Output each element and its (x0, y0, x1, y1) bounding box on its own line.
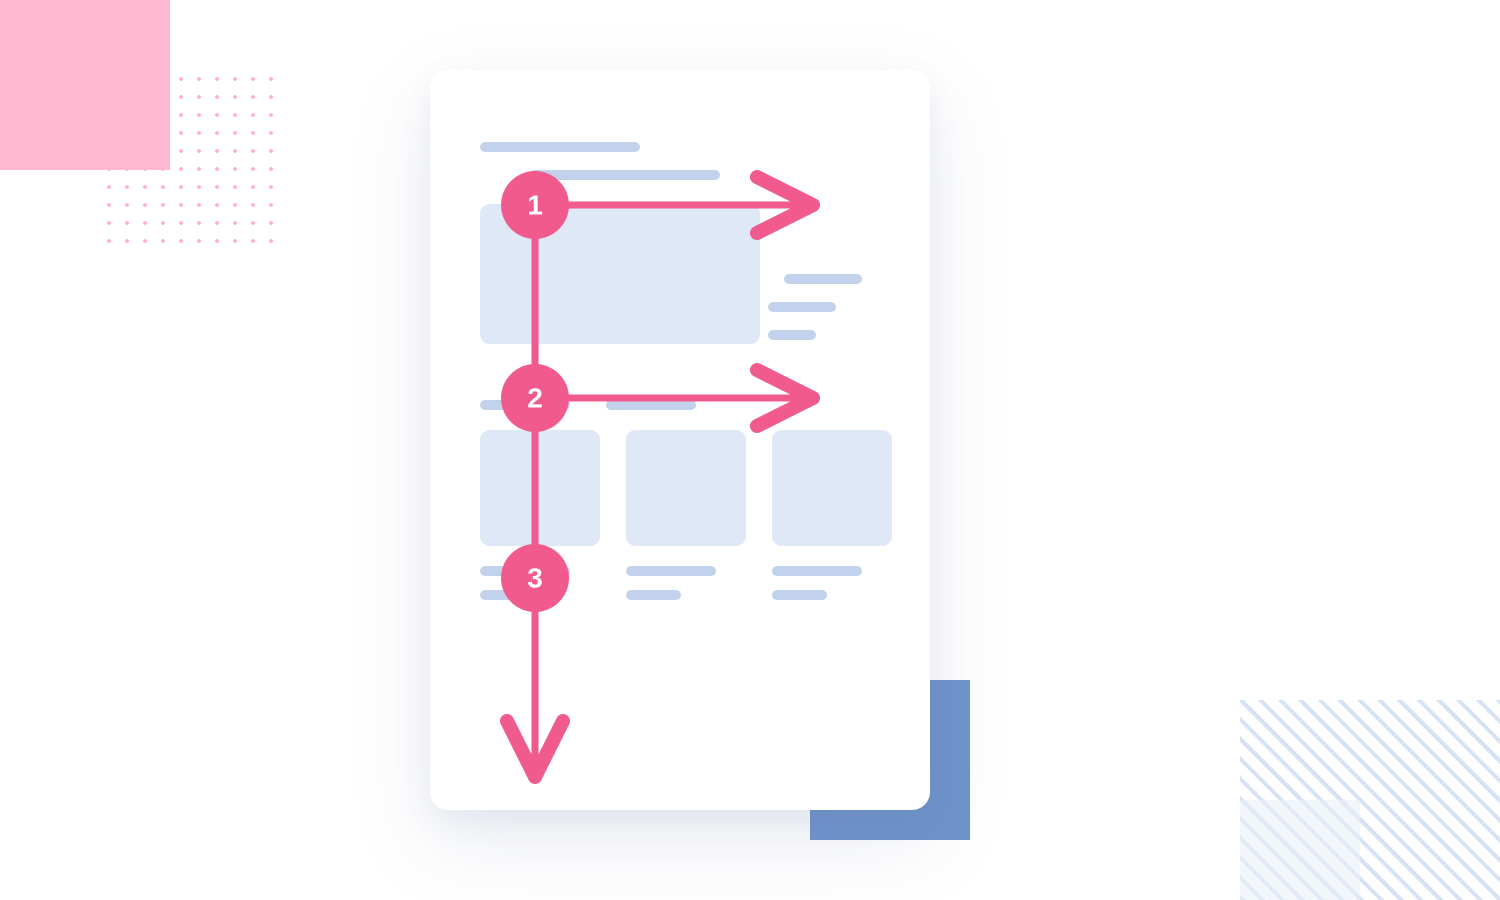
wireframe-thumbnail (626, 430, 746, 546)
wireframe-subtitle-line (530, 170, 720, 180)
wireframe-hero-image (480, 204, 760, 344)
wireframe-text-line (772, 566, 862, 576)
wireframe-text-line (784, 274, 862, 284)
step-marker-2-icon (501, 364, 569, 432)
wireframe-gallery-item (626, 430, 746, 614)
wireframe-gallery-item (480, 430, 600, 614)
wireframe-thumbnail (480, 430, 600, 546)
wireframe-text-line (772, 590, 827, 600)
wireframe-text-line (626, 590, 681, 600)
wireframe-hero-row (480, 204, 880, 358)
wireframe-gallery-item (772, 430, 892, 614)
wireframe-gallery (480, 430, 880, 614)
wireframe-text-line (480, 590, 535, 600)
wireframe-subheading-row (480, 400, 880, 410)
wireframe-title-line (480, 142, 640, 152)
wireframe-text-line (626, 566, 716, 576)
wireframe-text-line (606, 400, 696, 410)
decoration-pink-square (0, 0, 170, 170)
wireframe-text-line (768, 302, 836, 312)
decoration-pale-square (1240, 800, 1360, 900)
wireframe-text-line (480, 400, 570, 410)
wireframe-card: 1 2 3 (430, 70, 930, 810)
wireframe-text-line (480, 566, 570, 576)
wireframe-thumbnail (772, 430, 892, 546)
wireframe-text-line (768, 330, 816, 340)
